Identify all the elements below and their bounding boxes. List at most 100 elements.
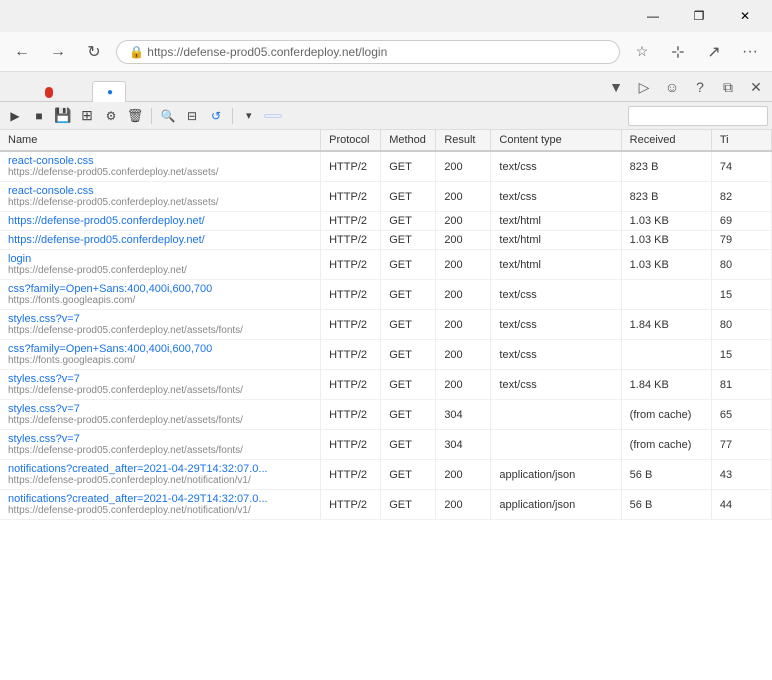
more-button[interactable]: ···: [736, 38, 764, 66]
cell-result: 200: [436, 340, 491, 370]
cell-content-type: text/html: [491, 212, 621, 231]
tab-debugger[interactable]: [66, 93, 92, 102]
cell-method: GET: [381, 370, 436, 400]
tab-performance[interactable]: [126, 93, 152, 102]
cell-method: GET: [381, 310, 436, 340]
save-har-button[interactable]: 💾: [52, 105, 74, 127]
network-table-container[interactable]: Name Protocol Method Result Content type…: [0, 130, 772, 680]
devtools-tabs: ● ▼ ▷ ☺ ? ⧉ ✕: [0, 72, 772, 102]
header-name[interactable]: Name: [0, 130, 321, 151]
console-error-badge: [45, 87, 53, 98]
cell-result: 200: [436, 250, 491, 280]
star-button[interactable]: ☆: [628, 38, 656, 66]
filter-button[interactable]: ▾: [238, 107, 260, 124]
network-toolbar: ▶ ■ 💾 ⊞ ⚙ 🗑 🔍 ⊟ ↺ ▾: [0, 102, 772, 130]
bookmark-button[interactable]: ⊹: [664, 38, 692, 66]
cell-method: GET: [381, 340, 436, 370]
tab-elements[interactable]: [4, 93, 30, 102]
cell-method: GET: [381, 490, 436, 520]
forward-button[interactable]: →: [44, 38, 72, 66]
cell-method: GET: [381, 231, 436, 250]
cell-name: login https://defense-prod05.conferdeplo…: [0, 250, 321, 280]
tab-console[interactable]: [30, 81, 66, 102]
settings-button[interactable]: ⚙: [100, 105, 122, 127]
header-method[interactable]: Method: [381, 130, 436, 151]
emoji-button[interactable]: ☺: [660, 75, 684, 99]
cell-time: 15: [711, 280, 771, 310]
cell-name: react-console.css https://defense-prod05…: [0, 182, 321, 212]
table-row[interactable]: css?family=Open+Sans:400,400i,600,700 ht…: [0, 340, 772, 370]
cell-result: 200: [436, 231, 491, 250]
cell-content-type: application/json: [491, 460, 621, 490]
cell-result: 200: [436, 182, 491, 212]
table-row[interactable]: https://defense-prod05.conferdeploy.net/…: [0, 212, 772, 231]
table-row[interactable]: https://defense-prod05.conferdeploy.net/…: [0, 231, 772, 250]
browser-toolbar: ← → ↻ 🔒 https://defense-prod05.conferdep…: [0, 32, 772, 72]
table-row[interactable]: react-console.css https://defense-prod05…: [0, 151, 772, 182]
back-button[interactable]: ←: [8, 38, 36, 66]
cell-method: GET: [381, 151, 436, 182]
dock-button[interactable]: ⧉: [716, 75, 740, 99]
cell-received: 1.84 KB: [621, 310, 711, 340]
help-button[interactable]: ?: [688, 75, 712, 99]
separator-2: [232, 108, 233, 124]
breakpoints-button[interactable]: ⊟: [181, 105, 203, 127]
restore-button[interactable]: ❐: [676, 0, 722, 32]
cell-protocol: HTTP/2: [321, 212, 381, 231]
cell-time: 43: [711, 460, 771, 490]
stop-button[interactable]: ■: [28, 105, 50, 127]
cell-name: https://defense-prod05.conferdeploy.net/: [0, 231, 321, 250]
address-bar[interactable]: 🔒 https://defense-prod05.conferdeploy.ne…: [116, 40, 620, 64]
header-received[interactable]: Received: [621, 130, 711, 151]
table-row[interactable]: styles.css?v=7 https://defense-prod05.co…: [0, 310, 772, 340]
refresh-button[interactable]: ↻: [80, 38, 108, 66]
network-table: Name Protocol Method Result Content type…: [0, 130, 772, 520]
share-button[interactable]: ↗: [700, 38, 728, 66]
cell-content-type: text/css: [491, 280, 621, 310]
close-devtools-button[interactable]: ✕: [744, 75, 768, 99]
table-row[interactable]: styles.css?v=7 https://defense-prod05.co…: [0, 400, 772, 430]
header-time[interactable]: Ti: [711, 130, 771, 151]
table-row[interactable]: login https://defense-prod05.conferdeplo…: [0, 250, 772, 280]
header-protocol[interactable]: Protocol: [321, 130, 381, 151]
clear-button[interactable]: 🗑: [124, 105, 146, 127]
close-button[interactable]: ✕: [722, 0, 768, 32]
cell-received: 56 B: [621, 490, 711, 520]
cell-protocol: HTTP/2: [321, 340, 381, 370]
cell-method: GET: [381, 182, 436, 212]
search-button[interactable]: 🔍: [157, 105, 179, 127]
cell-received: [621, 340, 711, 370]
run-button[interactable]: ▷: [632, 75, 656, 99]
more-tools-button[interactable]: ▼: [604, 75, 628, 99]
play-button[interactable]: ▶: [4, 105, 26, 127]
cell-time: 80: [711, 310, 771, 340]
minimize-button[interactable]: —: [630, 0, 676, 32]
cell-content-type: application/json: [491, 490, 621, 520]
cell-received: 1.03 KB: [621, 250, 711, 280]
tab-memory[interactable]: [152, 93, 178, 102]
cell-time: 79: [711, 231, 771, 250]
cell-received: 1.03 KB: [621, 212, 711, 231]
cell-name: css?family=Open+Sans:400,400i,600,700 ht…: [0, 280, 321, 310]
header-result[interactable]: Result: [436, 130, 491, 151]
table-row[interactable]: styles.css?v=7 https://defense-prod05.co…: [0, 430, 772, 460]
import-button[interactable]: ⊞: [76, 105, 98, 127]
cell-received: 823 B: [621, 151, 711, 182]
cell-protocol: HTTP/2: [321, 250, 381, 280]
cell-name: css?family=Open+Sans:400,400i,600,700 ht…: [0, 340, 321, 370]
find-box[interactable]: [628, 106, 768, 126]
content-type-filter-badge[interactable]: [264, 114, 282, 118]
cell-name: react-console.css https://defense-prod05…: [0, 151, 321, 182]
table-row[interactable]: notifications?created_after=2021-04-29T1…: [0, 460, 772, 490]
tab-network[interactable]: ●: [92, 81, 126, 102]
cell-received: 823 B: [621, 182, 711, 212]
cell-protocol: HTTP/2: [321, 151, 381, 182]
table-row[interactable]: styles.css?v=7 https://defense-prod05.co…: [0, 370, 772, 400]
cell-received: 56 B: [621, 460, 711, 490]
header-content-type[interactable]: Content type: [491, 130, 621, 151]
table-row[interactable]: notifications?created_after=2021-04-29T1…: [0, 490, 772, 520]
reload-button[interactable]: ↺: [205, 105, 227, 127]
cell-time: 69: [711, 212, 771, 231]
table-row[interactable]: react-console.css https://defense-prod05…: [0, 182, 772, 212]
table-row[interactable]: css?family=Open+Sans:400,400i,600,700 ht…: [0, 280, 772, 310]
